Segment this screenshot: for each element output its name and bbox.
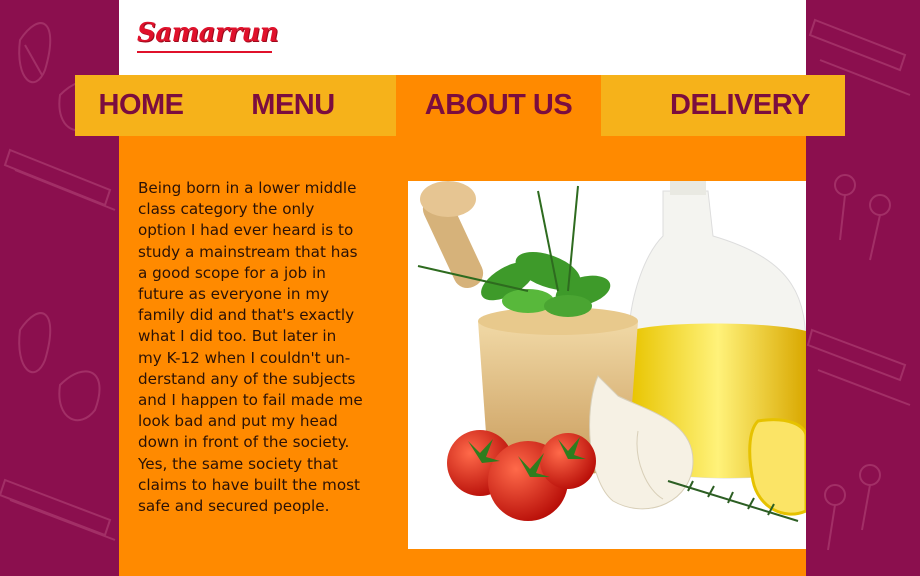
about-line: option I had ever heard is to <box>138 221 354 240</box>
main-nav: HOME MENU ABOUT US DELIVERY <box>75 75 845 136</box>
about-line: claims to have built the most <box>138 475 360 494</box>
logo-underline <box>137 51 272 53</box>
about-line: Being born in a lower middle <box>138 179 357 197</box>
about-line: look bad and put my head <box>138 412 338 431</box>
about-line: derstand any of the subjects <box>138 369 356 388</box>
about-line: a good scope for a job in <box>138 263 326 282</box>
about-line: my K-12 when I couldn't un- <box>138 348 351 367</box>
about-line: Yes, the same society that <box>138 454 338 473</box>
about-line: down in front of the society. <box>138 433 350 452</box>
about-line: study a mainstream that has <box>138 242 358 261</box>
brand-logo[interactable]: Samarrun <box>137 18 279 48</box>
about-text: Being born in a lower middle class categ… <box>138 178 400 517</box>
nav-menu[interactable]: MENU <box>243 75 343 136</box>
about-line: class category the only <box>138 200 315 219</box>
about-line: and I happen to fail made me <box>138 391 363 410</box>
about-line: family did and that's exactly <box>138 306 355 325</box>
about-line: safe and secured people. <box>138 497 330 516</box>
food-photo <box>408 181 806 549</box>
nav-delivery[interactable]: DELIVERY <box>660 75 820 136</box>
about-line: future as everyone in my <box>138 285 330 304</box>
nav-home[interactable]: HOME <box>93 75 189 136</box>
pestle <box>420 181 484 289</box>
nav-about-us[interactable]: ABOUT US <box>396 75 601 136</box>
about-line: what I did too. But later in <box>138 327 337 346</box>
